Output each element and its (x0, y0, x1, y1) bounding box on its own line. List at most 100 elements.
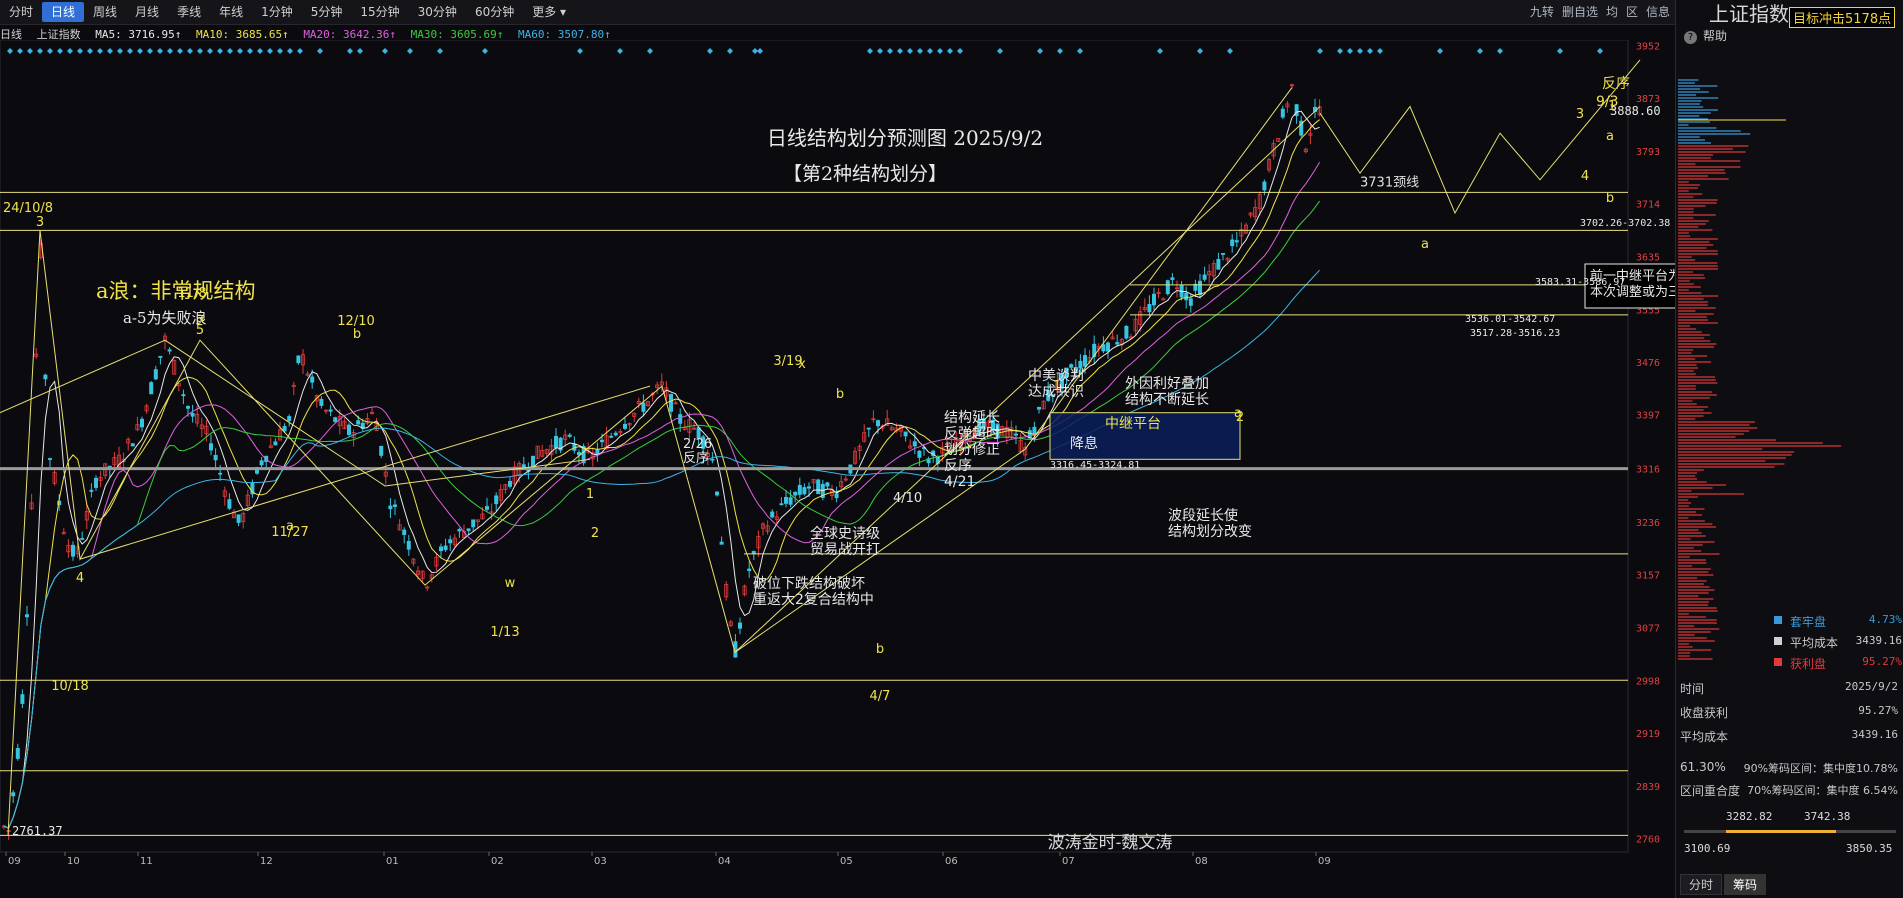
signal-diamond (1337, 48, 1343, 54)
signal-diamond (1357, 48, 1363, 54)
range-70-fill (1726, 830, 1836, 833)
y-tick-label: 2839 (1636, 782, 1660, 793)
candle-body (167, 349, 172, 352)
candlestick-chart[interactable]: 3952387337933714363535553476339733163236… (0, 40, 1675, 898)
signal-diamond (997, 48, 1003, 54)
key-point-label: 24/10/8 (3, 201, 53, 216)
tab-7[interactable]: 5分钟 (302, 2, 352, 22)
ma10-line (3, 119, 1320, 829)
annotation-break-down: 破位下跌结构破坏 (753, 576, 865, 592)
legend-row: 平均成本 3439.16 (1774, 634, 1902, 651)
candle-body (185, 406, 190, 409)
candle-body (273, 441, 278, 446)
signal-diamond (107, 48, 113, 54)
panel-tab-1[interactable]: 筹码 (1724, 874, 1767, 895)
legend-swatch (1774, 637, 1782, 645)
candle-body (738, 622, 743, 629)
candle-body (1234, 240, 1239, 243)
range-val-70-high: 3742.38 (1804, 810, 1850, 823)
candle-body (190, 412, 195, 417)
candle-body (903, 431, 908, 437)
candle-body (779, 503, 784, 506)
candle-body (793, 491, 798, 496)
tab-3[interactable]: 月线 (126, 2, 168, 22)
y-tick-label: 3793 (1636, 147, 1660, 158)
signal-diamond (1317, 48, 1323, 54)
x-tick-label: 11 (140, 856, 153, 867)
price-label: 3583.31-3586.97 (1535, 277, 1625, 288)
wave-marker: b (1606, 191, 1614, 206)
signal-diamond (117, 48, 123, 54)
signal-diamond (127, 48, 133, 54)
signal-diamond (207, 48, 213, 54)
annotation-structure-extend: 4/21 (944, 474, 975, 490)
signal-diamond (1477, 48, 1483, 54)
info-value: 3439.16 (1851, 728, 1898, 741)
tool-1[interactable]: 删自选 (1562, 3, 1598, 20)
info-value: 95.27% (1858, 704, 1898, 717)
tab-10[interactable]: 60分钟 (466, 2, 523, 22)
wave-marker: 2 (591, 526, 599, 541)
tab-6[interactable]: 1分钟 (252, 2, 302, 22)
tool-3[interactable]: 区 (1626, 3, 1638, 20)
candle-body (554, 435, 559, 448)
x-tick-label: 05 (840, 856, 853, 867)
tab-11[interactable]: 更多 ▾ (523, 2, 575, 22)
signal-diamond (57, 48, 63, 54)
wave-marker: a (1421, 237, 1429, 252)
annotation-a-wave-sub: a-5为失败浪 (123, 309, 207, 327)
panel-tab-0[interactable]: 分时 (1680, 874, 1723, 895)
candle-body (1216, 259, 1221, 270)
chip-histogram (1678, 79, 1842, 660)
candle-body (1106, 342, 1111, 352)
candle-body (788, 497, 793, 505)
candle-body (1202, 274, 1207, 280)
candle-body (319, 398, 324, 406)
candle-body (24, 614, 29, 618)
signal-diamond (347, 48, 353, 54)
signal-diamond (317, 48, 323, 54)
signal-diamond (227, 48, 233, 54)
candle-body (466, 528, 471, 532)
candle-body (834, 493, 839, 499)
legend-value: 3439.16 (1855, 634, 1902, 647)
tool-0[interactable]: 九转 (1530, 3, 1554, 20)
info-row: 收盘获利 95.27% (1680, 704, 1898, 721)
y-tick-label: 2919 (1636, 729, 1660, 740)
signal-diamond (67, 48, 73, 54)
candle-body (208, 443, 213, 451)
candle-body (1101, 344, 1106, 352)
candle-body (392, 504, 397, 507)
tab-8[interactable]: 15分钟 (351, 2, 408, 22)
candle-body (388, 505, 393, 510)
signal-diamond (157, 48, 163, 54)
candle-body (567, 434, 572, 437)
candle-body (80, 538, 85, 540)
signal-diamond (217, 48, 223, 54)
signal-diamond (27, 48, 33, 54)
tab-9[interactable]: 30分钟 (409, 2, 466, 22)
legend-value: 4.73% (1868, 613, 1902, 626)
wave-marker: 4 (1581, 169, 1589, 184)
candle-body (807, 486, 812, 489)
tool-4[interactable]: 信息 (1646, 3, 1670, 20)
info-key: 平均成本 (1680, 730, 1729, 744)
candle-body (181, 394, 186, 397)
y-tick-label: 3714 (1636, 200, 1660, 211)
tab-4[interactable]: 季线 (168, 2, 210, 22)
candle-body (333, 417, 338, 422)
legend-label: 平均成本 (1790, 636, 1839, 650)
signal-diamond (437, 48, 443, 54)
wave-marker: 5 (196, 323, 204, 338)
tab-5[interactable]: 年线 (210, 2, 252, 22)
signal-diamond (707, 48, 713, 54)
candle-body (1152, 293, 1157, 306)
signal-diamond (77, 48, 83, 54)
tab-1[interactable]: 日线 (42, 2, 85, 22)
panel-title: 上证指数 (1709, 2, 1789, 26)
tab-2[interactable]: 周线 (84, 2, 126, 22)
tool-2[interactable]: 均 (1606, 3, 1618, 20)
signal-diamond (957, 48, 963, 54)
tab-0[interactable]: 分时 (0, 2, 42, 22)
candle-body (130, 443, 135, 447)
